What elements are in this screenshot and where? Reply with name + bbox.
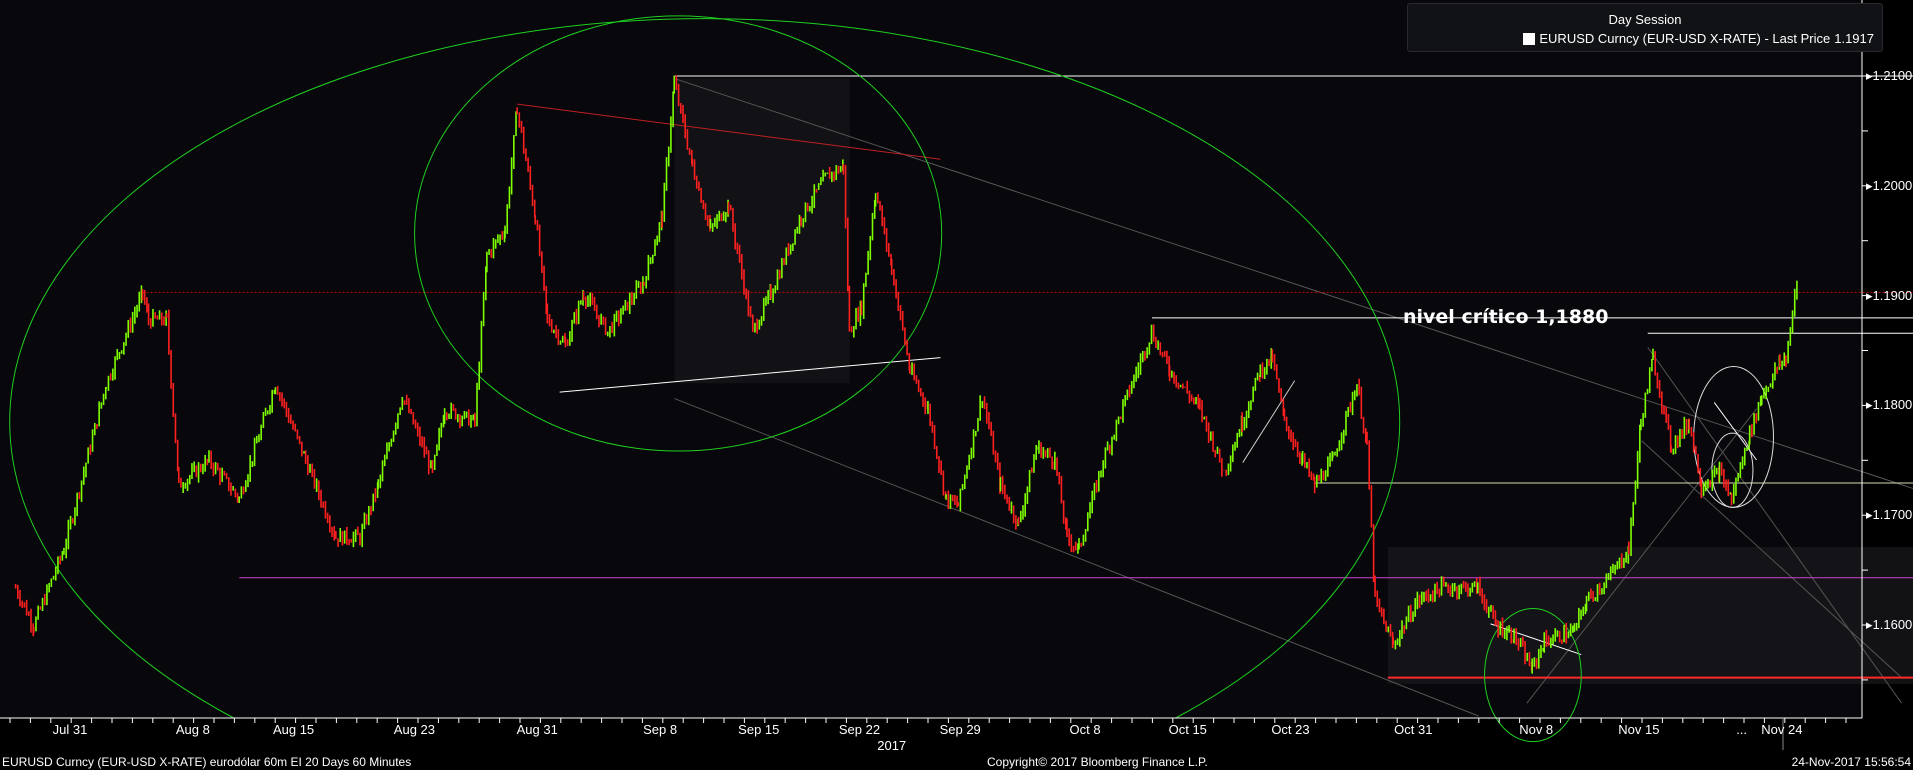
footer-timestamp: 24-Nov-2017 15:56:54: [1791, 755, 1911, 769]
legend-last-price: 1.1917: [1834, 31, 1874, 46]
shaded-zone: [674, 78, 850, 384]
legend: Day Session EURUSD Curncy (EUR-USD X-RAT…: [1407, 3, 1883, 52]
legend-series-label: EURUSD Curncy (EUR-USD X-RATE) - Last Pr…: [1539, 31, 1831, 46]
y-tick-label: ▸1.1800: [1866, 397, 1913, 413]
x-tick-label: Aug 8: [175, 722, 210, 737]
legend-series: EURUSD Curncy (EUR-USD X-RATE) - Last Pr…: [1523, 31, 1874, 46]
footer-copyright: Copyright© 2017 Bloomberg Finance L.P.: [987, 755, 1208, 769]
y-tick-label: ▸1.1600: [1866, 617, 1913, 632]
x-tick-label: Nov 24: [1761, 722, 1803, 737]
x-tick-label: Sep 22: [838, 722, 881, 737]
y-tick-label: ▸1.2100: [1866, 68, 1913, 83]
x-tick-label: Nov 8: [1519, 722, 1554, 737]
x-tick-label: Aug 31: [516, 722, 558, 737]
y-tick-label: ▸1.1900: [1866, 287, 1913, 303]
year-label: 2017: [877, 738, 907, 753]
critical-level-annotation: nivel crítico 1,1880: [1403, 306, 1609, 328]
price-chart: [0, 0, 1913, 770]
x-tick-label: Sep 15: [738, 722, 780, 737]
x-tick-label: Aug 23: [393, 722, 435, 737]
y-tick-label: ▸1.1700: [1866, 507, 1913, 523]
x-tick-label: Aug 15: [272, 722, 315, 737]
x-tick-label: Sep 8: [643, 722, 678, 737]
x-tick-label: Oct 23: [1271, 722, 1310, 737]
x-tick-label: Jul 31: [52, 722, 88, 737]
legend-title: Day Session: [1608, 12, 1682, 27]
y-tick-label: ▸1.2000: [1866, 177, 1913, 193]
x-tick-label: ...: [1736, 722, 1748, 737]
x-tick-label: Oct 8: [1069, 722, 1101, 737]
x-tick-label: Oct 15: [1168, 722, 1207, 737]
footer-security-description: EURUSD Curncy (EUR-USD X-RATE) eurodólar…: [2, 755, 412, 769]
x-tick-label: Oct 31: [1394, 722, 1433, 737]
x-tick-label: Nov 15: [1618, 722, 1660, 737]
legend-swatch: [1523, 32, 1536, 45]
x-tick-label: Sep 29: [939, 722, 981, 737]
